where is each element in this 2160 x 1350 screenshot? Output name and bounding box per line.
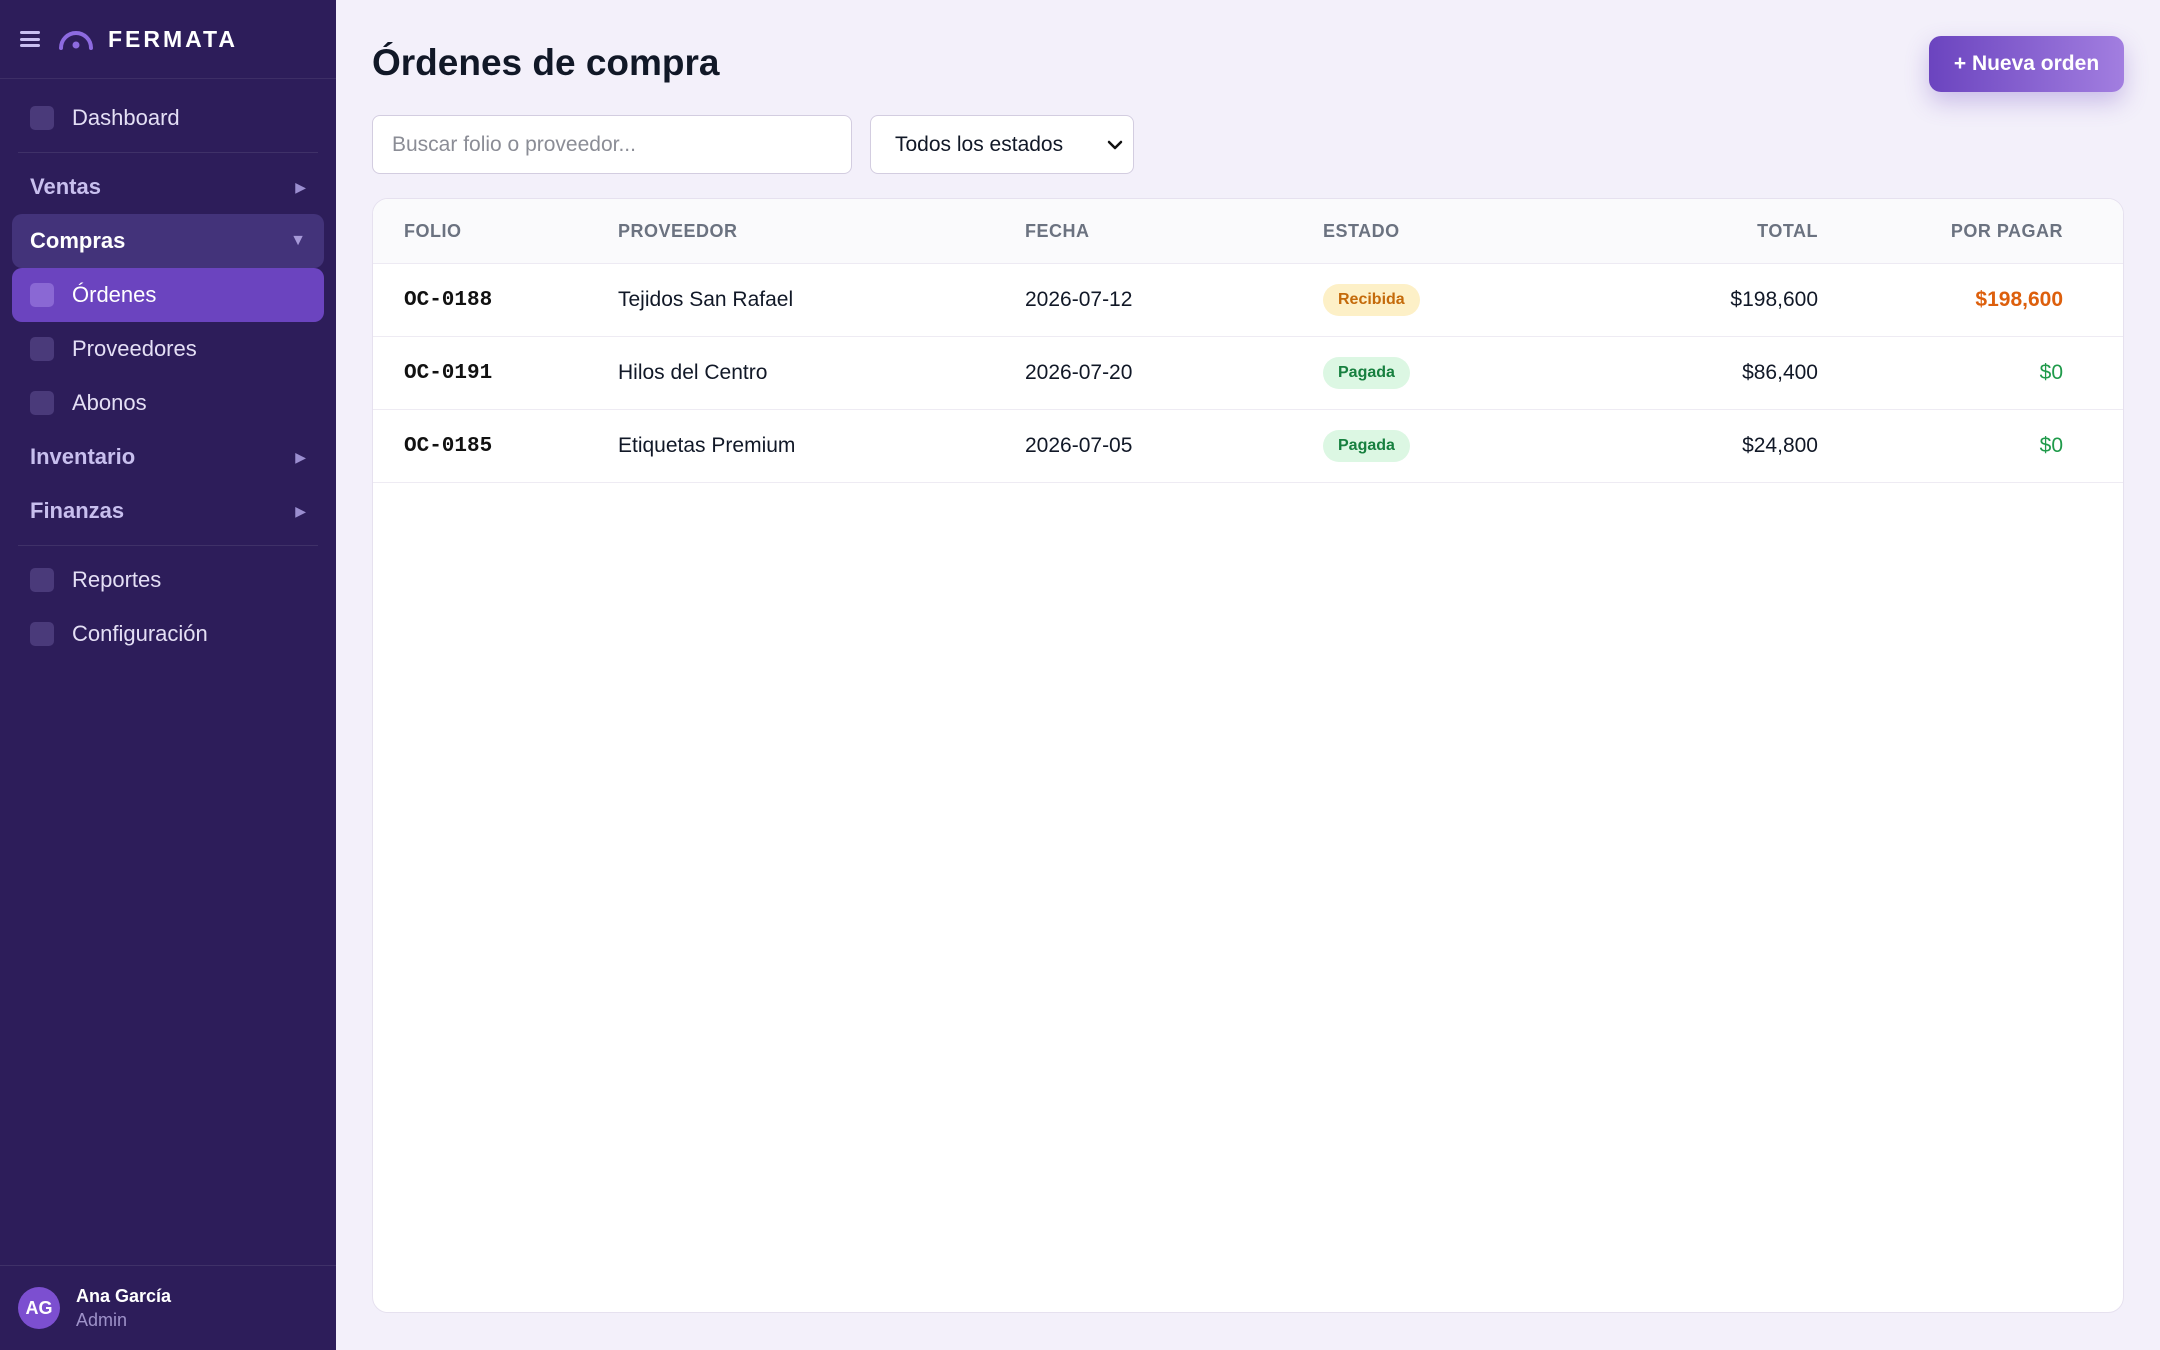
search-input[interactable] <box>372 115 852 174</box>
fermata-logo-icon <box>59 31 93 50</box>
sidebar-group-label: Compras <box>30 228 126 253</box>
chevron-down-icon <box>1107 140 1123 149</box>
ordenes-icon <box>30 283 54 307</box>
proveedores-icon <box>30 337 54 361</box>
header-fecha[interactable]: FECHA <box>1025 221 1323 242</box>
avatar: AG <box>18 1287 60 1329</box>
page-title: Órdenes de compra <box>372 42 720 83</box>
reportes-icon <box>30 568 54 592</box>
orders-table: FOLIO PROVEEDOR FECHA ESTADO TOTAL POR P… <box>372 198 2124 1313</box>
status-filter-select[interactable]: Todos los estados <box>870 115 1134 174</box>
total-cell: $86,400 <box>1742 361 1818 384</box>
estado-cell: Pagada <box>1323 357 1603 389</box>
table-row[interactable]: OC-0188 Tejidos San Rafael 2026-07-12 Re… <box>373 264 2123 337</box>
configuracion-icon <box>30 622 54 646</box>
header-por-pagar[interactable]: POR PAGAR <box>1818 221 2093 242</box>
brand-header: FERMATA <box>0 0 336 79</box>
sidebar-item-dashboard[interactable]: Dashboard <box>12 91 324 145</box>
sidebar-group-label: Ventas <box>30 174 101 199</box>
table-row[interactable]: OC-0185 Etiquetas Premium 2026-07-05 Pag… <box>373 410 2123 483</box>
proveedor-cell: Tejidos San Rafael <box>618 288 794 311</box>
new-order-button[interactable]: + Nueva orden <box>1929 36 2124 92</box>
sidebar-item-configuracion[interactable]: Configuración <box>12 607 324 661</box>
sidebar-item-proveedores[interactable]: Proveedores <box>12 322 324 376</box>
total-cell: $198,600 <box>1730 288 1818 311</box>
sidebar-item-label: Dashboard <box>72 105 180 130</box>
dashboard-icon <box>30 106 54 130</box>
proveedor-cell: Hilos del Centro <box>618 361 768 384</box>
folio-cell[interactable]: OC-0188 <box>373 289 618 312</box>
sidebar-group-inventario[interactable]: Inventario ▶ <box>12 430 324 484</box>
sidebar-group-compras[interactable]: Compras ▼ <box>12 214 324 268</box>
sidebar-item-label: Configuración <box>72 621 208 646</box>
status-badge: Pagada <box>1323 357 1410 389</box>
user-role: Admin <box>76 1310 128 1330</box>
sidebar-group-finanzas[interactable]: Finanzas ▶ <box>12 484 324 538</box>
divider <box>18 545 318 546</box>
folio-cell[interactable]: OC-0191 <box>373 362 618 385</box>
sidebar-item-reportes[interactable]: Reportes <box>12 553 324 607</box>
proveedor-cell: Etiquetas Premium <box>618 434 796 457</box>
sidebar-group-label: Inventario <box>30 444 136 469</box>
sidebar-item-label: Órdenes <box>72 282 157 307</box>
header-folio[interactable]: FOLIO <box>373 221 618 242</box>
sidebar-item-abonos[interactable]: Abonos <box>12 376 324 430</box>
user-profile[interactable]: AG Ana García Admin <box>0 1265 336 1350</box>
brand-name: FERMATA <box>108 25 239 52</box>
estado-cell: Recibida <box>1323 284 1603 316</box>
divider <box>18 152 318 153</box>
user-info: Ana García Admin <box>76 1284 171 1332</box>
por-pagar-cell: $198,600 <box>1975 288 2063 311</box>
sidebar: FERMATA Dashboard Ventas ▶ Compras ▼ Órd… <box>0 0 336 1350</box>
sidebar-item-label: Abonos <box>72 390 147 415</box>
header-total[interactable]: TOTAL <box>1603 221 1818 242</box>
status-filter-value: Todos los estados <box>895 132 1064 156</box>
abonos-icon <box>30 391 54 415</box>
header-estado[interactable]: ESTADO <box>1323 221 1603 242</box>
chevron-right-icon: ▶ <box>295 448 306 465</box>
chevron-right-icon: ▶ <box>295 178 306 195</box>
table-header: FOLIO PROVEEDOR FECHA ESTADO TOTAL POR P… <box>373 199 2123 264</box>
sidebar-item-label: Proveedores <box>72 336 197 361</box>
chevron-down-icon: ▼ <box>290 232 306 249</box>
sidebar-item-ordenes[interactable]: Órdenes <box>12 268 324 322</box>
sidebar-item-label: Reportes <box>72 567 162 592</box>
chevron-right-icon: ▶ <box>295 502 306 519</box>
sidebar-group-ventas[interactable]: Ventas ▶ <box>12 160 324 214</box>
fecha-cell: 2026-07-05 <box>1025 434 1133 457</box>
hamburger-menu-icon[interactable] <box>20 31 40 47</box>
user-name: Ana García <box>76 1286 172 1306</box>
header-proveedor[interactable]: PROVEEDOR <box>618 221 1025 242</box>
fecha-cell: 2026-07-12 <box>1025 288 1133 311</box>
table-row[interactable]: OC-0191 Hilos del Centro 2026-07-20 Paga… <box>373 337 2123 410</box>
status-badge: Recibida <box>1323 284 1420 316</box>
status-badge: Pagada <box>1323 430 1410 462</box>
estado-cell: Pagada <box>1323 430 1603 462</box>
sidebar-nav: Dashboard Ventas ▶ Compras ▼ Órdenes Pro… <box>0 79 336 661</box>
main-content: Órdenes de compra + Nueva orden Todos lo… <box>336 0 2160 1350</box>
sidebar-group-label: Finanzas <box>30 498 125 523</box>
por-pagar-cell: $0 <box>2039 361 2063 384</box>
fecha-cell: 2026-07-20 <box>1025 361 1133 384</box>
total-cell: $24,800 <box>1742 434 1818 457</box>
por-pagar-cell: $0 <box>2039 434 2063 457</box>
folio-cell[interactable]: OC-0185 <box>373 435 618 458</box>
